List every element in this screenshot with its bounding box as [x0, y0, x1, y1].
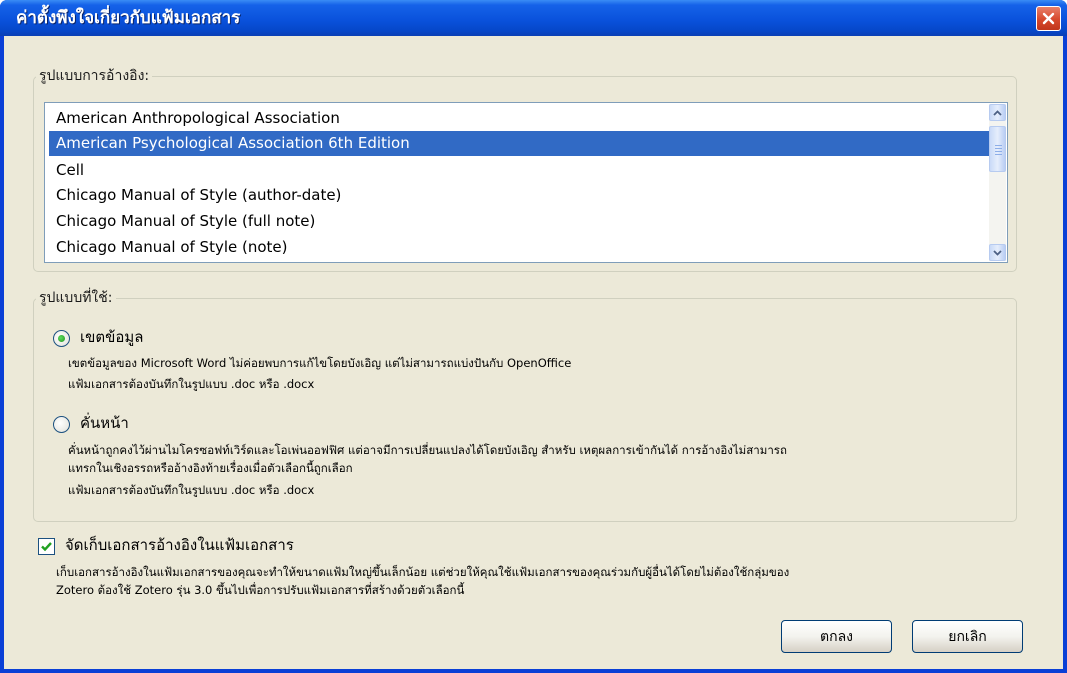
bookmarks-description-cont: แทรกในเชิงอรรถหรืออ้างอิงท้ายเรื่องเมื่อ…	[68, 461, 353, 475]
bookmarks-radio[interactable]	[53, 416, 70, 433]
dialog-content: รูปแบบการอ้างอิง: American Anthropologic…	[4, 36, 1063, 669]
chevron-down-icon	[993, 249, 1002, 256]
fields-file-format-note: แฟ้มเอกสารต้องบันทึกในรูปแบบ .doc หรือ .…	[68, 377, 315, 391]
window-title: ค่าตั้งพึงใจเกี่ยวกับแฟ้มเอกสาร	[16, 8, 241, 28]
store-references-description: เก็บเอกสารอ้างอิงในแฟ้มเอกสารของคุณจะทำใ…	[56, 565, 790, 579]
list-item[interactable]: Cell	[49, 158, 992, 183]
bookmarks-file-format-note: แฟ้มเอกสารต้องบันทึกในรูปแบบ .doc หรือ .…	[68, 483, 315, 497]
list-item[interactable]: Chicago Manual of Style (note)	[49, 235, 992, 260]
close-icon	[1042, 12, 1055, 25]
cancel-button[interactable]: ยกเลิก	[912, 620, 1023, 653]
dialog-window: ค่าตั้งพึงใจเกี่ยวกับแฟ้มเอกสาร รูปแบบกา…	[0, 0, 1067, 673]
store-references-label[interactable]: จัดเก็บเอกสารอ้างอิงในแฟ้มเอกสาร	[65, 535, 294, 555]
fields-radio[interactable]	[53, 330, 70, 347]
bookmarks-radio-label[interactable]: คั่นหน้า	[80, 413, 129, 433]
close-button[interactable]	[1036, 6, 1061, 31]
scroll-thumb[interactable]	[989, 126, 1006, 172]
citation-style-list[interactable]: American Anthropological Association Ame…	[44, 102, 1008, 263]
store-references-description-cont: Zotero ต้องใช้ Zotero รุ่น 3.0 ขึ้นไปเพื…	[56, 583, 465, 597]
format-legend: รูปแบบที่ใช้:	[36, 289, 116, 307]
fields-description: เขตข้อมูลของ Microsoft Word ไม่ค่อยพบการ…	[68, 356, 572, 370]
title-bar[interactable]: ค่าตั้งพึงใจเกี่ยวกับแฟ้มเอกสาร	[0, 0, 1067, 36]
list-item[interactable]: Chicago Manual of Style (full note)	[49, 209, 992, 234]
checkmark-icon	[41, 542, 52, 552]
fields-radio-label[interactable]: เขตข้อมูล	[80, 327, 143, 347]
radio-checked-dot	[58, 335, 65, 342]
chevron-up-icon	[993, 109, 1002, 116]
list-item[interactable]: American Anthropological Association	[49, 106, 992, 131]
store-references-checkbox[interactable]	[38, 538, 55, 555]
scroll-up-button[interactable]	[989, 104, 1006, 121]
bookmarks-description: คั่นหน้าถูกคงไว้ผ่านไมโครซอฟท์เวิร์ดและโ…	[68, 443, 787, 457]
list-item-selected[interactable]: American Psychological Association 6th E…	[49, 131, 992, 156]
list-item[interactable]: Chicago Manual of Style (author-date)	[49, 183, 992, 208]
list-scrollbar[interactable]	[989, 104, 1006, 261]
citation-style-legend: รูปแบบการอ้างอิง:	[36, 67, 153, 85]
ok-button[interactable]: ตกลง	[781, 620, 892, 653]
scroll-down-button[interactable]	[989, 244, 1006, 261]
